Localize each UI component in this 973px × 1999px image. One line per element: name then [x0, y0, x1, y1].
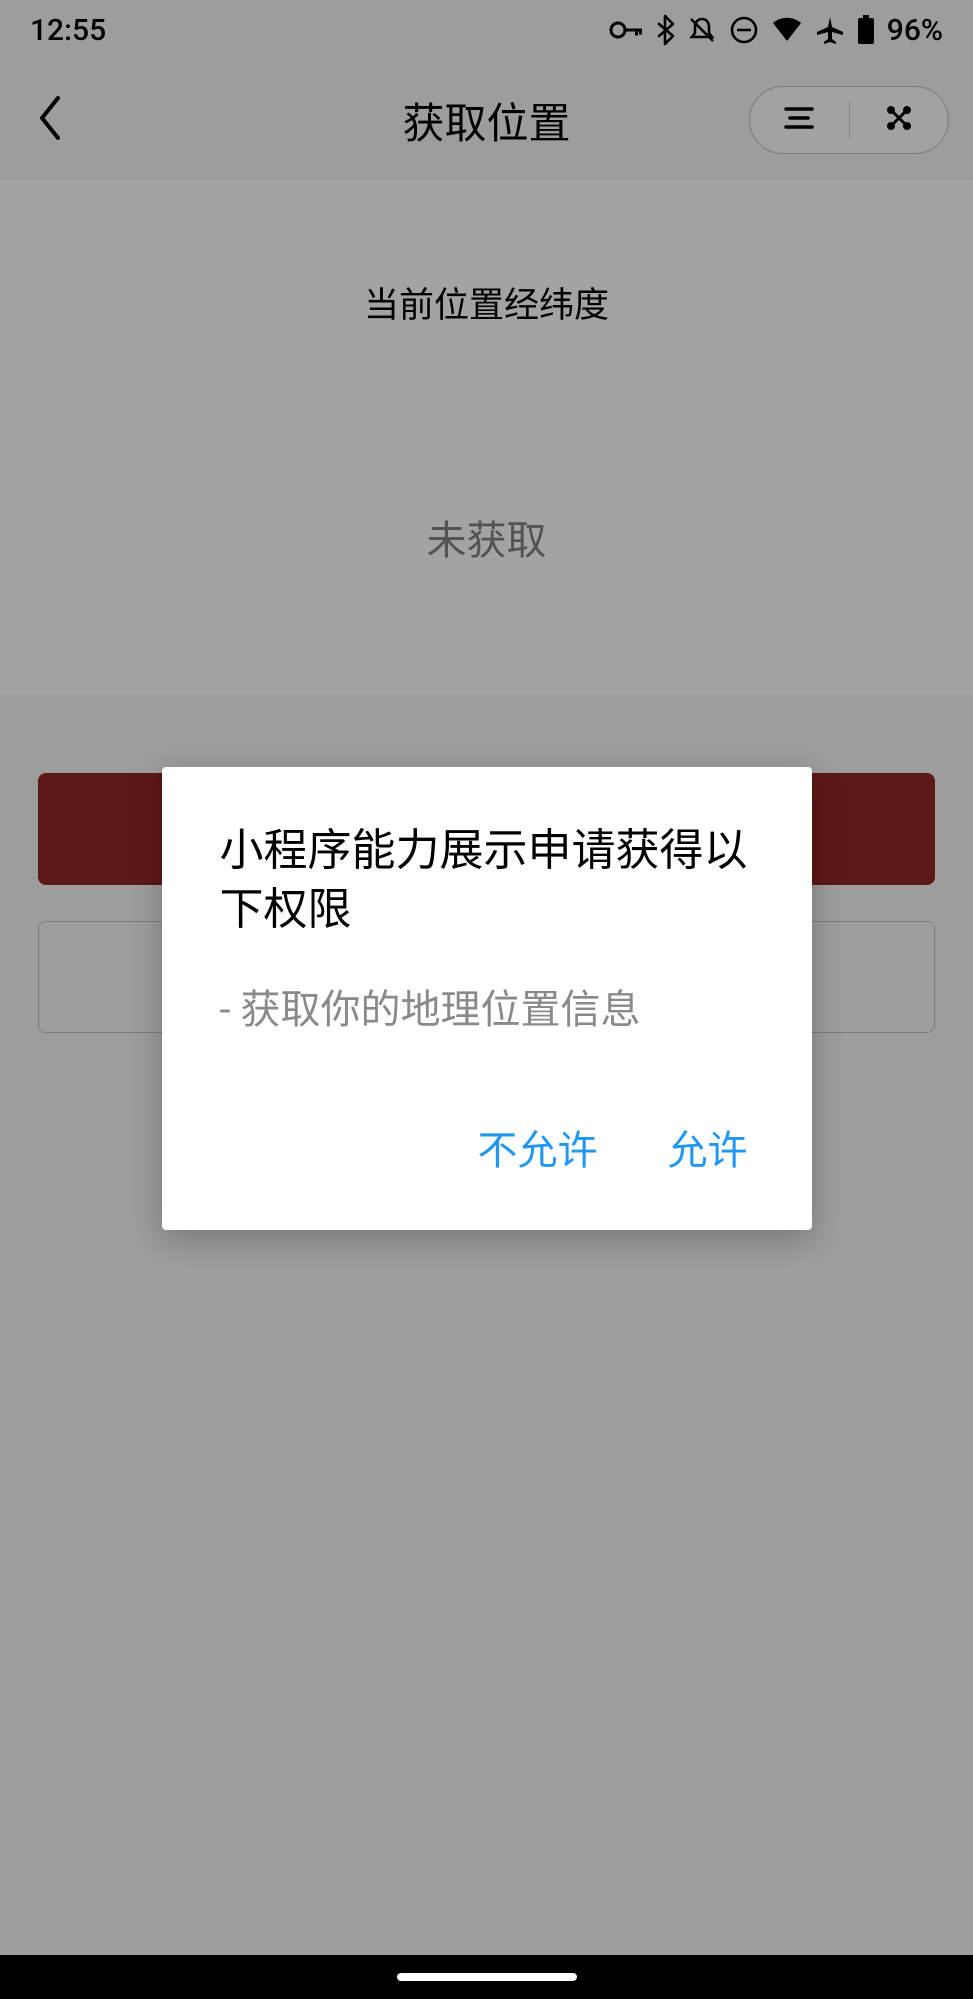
dialog-title: 小程序能力展示申请获得以下权限 [220, 821, 754, 940]
deny-button[interactable]: 不允许 [472, 1114, 604, 1180]
allow-button[interactable]: 允许 [662, 1114, 754, 1180]
dialog-actions: 不允许 允许 [220, 1114, 754, 1180]
screen: 12:55 96% [0, 0, 973, 1999]
system-nav-bar [0, 1955, 973, 1999]
dialog-description: - 获取你的地理位置信息 [220, 984, 754, 1036]
permission-dialog: 小程序能力展示申请获得以下权限 - 获取你的地理位置信息 不允许 允许 [162, 767, 812, 1230]
home-indicator[interactable] [397, 1973, 577, 1981]
